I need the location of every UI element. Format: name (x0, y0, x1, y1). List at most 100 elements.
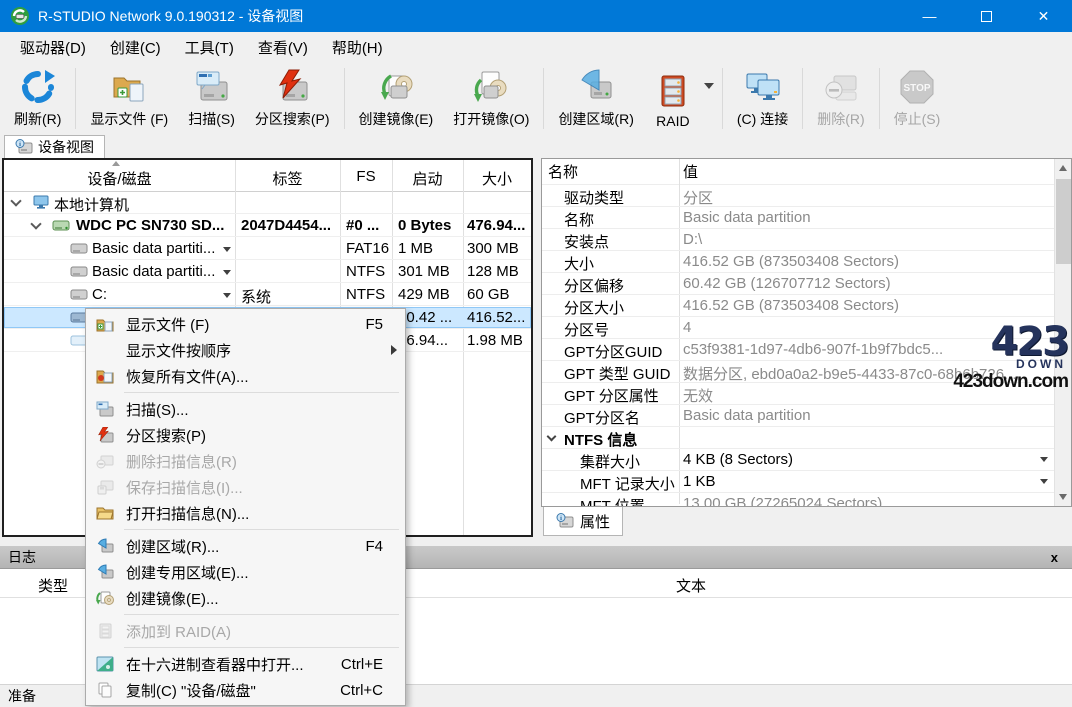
stop-label: 停止(S) (894, 109, 941, 129)
prop-row-mft-record-size[interactable]: MFT 记录大小 1 KB (542, 471, 1054, 493)
device-name: Basic data partiti... (92, 240, 215, 257)
create-image-icon (377, 68, 415, 106)
connect-button[interactable]: (C) 连接 (727, 62, 798, 135)
tab-device-view[interactable]: i 设备视图 (4, 135, 105, 158)
row-dropdown-icon[interactable] (223, 293, 231, 298)
menu-item-recover-all-files[interactable]: 恢复所有文件(A)... (86, 363, 405, 389)
col-label[interactable]: 标签 (235, 168, 340, 189)
col-device-disk[interactable]: 设备/磁盘 (4, 168, 235, 189)
menu-separator (124, 647, 399, 648)
menu-tools[interactable]: 工具(T) (173, 33, 246, 62)
col-fs[interactable]: FS (340, 168, 392, 185)
combo-dropdown-icon[interactable] (1040, 457, 1048, 462)
menu-item-label: 添加到 RAID(A) (126, 621, 405, 642)
prop-value: 无效 (683, 385, 713, 405)
menu-item-copy[interactable]: 复制(C) "设备/磁盘" Ctrl+C (86, 677, 405, 703)
menu-item-create-exclusive-region[interactable]: 创建专用区域(E)... (86, 559, 405, 585)
show-files-label: 显示文件 (F) (90, 109, 168, 129)
table-row-wdc-disk[interactable]: WDC PC SN730 SD... 2047D4454... #0 ... 0… (4, 215, 531, 237)
context-menu: 显示文件 (F) F5 显示文件按顺序 恢复所有文件(A)... 扫描(S)..… (85, 308, 406, 706)
scroll-down-icon[interactable] (1059, 494, 1067, 500)
close-button[interactable]: ✕ (1015, 0, 1072, 32)
device-name: Basic data partiti... (92, 263, 215, 280)
view-tab-bar: i 设备视图 (0, 135, 1072, 158)
device-start: 0 Bytes (398, 217, 451, 234)
menu-item-show-files[interactable]: 显示文件 (F) F5 (86, 311, 405, 337)
table-row-drive-c[interactable]: C: 系统 NTFS 429 MB 60 GB (4, 284, 531, 306)
menu-item-show-files-ordered[interactable]: 显示文件按顺序 (86, 337, 405, 363)
properties-icon: i (556, 513, 574, 529)
device-size: 128 MB (467, 263, 519, 280)
connect-icon (744, 68, 782, 106)
menu-create[interactable]: 创建(C) (98, 33, 173, 62)
menu-item-create-image[interactable]: 创建镜像(E)... (86, 585, 405, 611)
chevron-down-icon[interactable] (10, 195, 21, 206)
refresh-button[interactable]: 刷新(R) (4, 62, 71, 135)
col-value[interactable]: 值 (683, 161, 698, 182)
menu-item-open-in-hex-viewer[interactable]: 在十六进制查看器中打开... Ctrl+E (86, 651, 405, 677)
raid-button[interactable]: RAID (644, 62, 702, 135)
create-region-button[interactable]: 创建区域(R) (548, 62, 643, 135)
prop-value: 4 (683, 319, 691, 336)
log-col-type[interactable]: 类型 (38, 575, 68, 596)
menu-shortcut: Ctrl+C (340, 682, 405, 699)
prop-section-ntfs-info[interactable]: NTFS 信息 (542, 427, 1054, 449)
chevron-down-icon[interactable] (30, 218, 41, 229)
partition-search-button[interactable]: 分区搜索(P) (245, 62, 340, 135)
row-dropdown-icon[interactable] (223, 270, 231, 275)
menu-item-label: 分区搜索(P) (126, 425, 405, 446)
col-name[interactable]: 名称 (548, 161, 578, 182)
device-fs: NTFS (346, 263, 385, 280)
chevron-down-icon[interactable] (547, 432, 557, 442)
combo-dropdown-icon[interactable] (1040, 479, 1048, 484)
device-start: 1 MB (398, 240, 433, 257)
log-col-text[interactable]: 文本 (676, 575, 706, 596)
device-fs: NTFS (346, 286, 385, 303)
table-row-partition-2[interactable]: Basic data partiti... NTFS 301 MB 128 MB (4, 261, 531, 283)
prop-value: 4 KB (8 Sectors) (683, 451, 793, 468)
scroll-up-icon[interactable] (1059, 165, 1067, 171)
menu-item-create-region[interactable]: 创建区域(R)... F4 (86, 533, 405, 559)
menu-view[interactable]: 查看(V) (246, 33, 320, 62)
col-size[interactable]: 大小 (463, 168, 531, 189)
tab-properties-label: 属性 (580, 511, 610, 532)
table-row-local-computer[interactable]: 本地计算机 (4, 192, 531, 214)
menu-item-add-to-raid: 添加到 RAID(A) (86, 618, 405, 644)
table-row-partition-1[interactable]: Basic data partiti... FAT16 1 MB 300 MB (4, 238, 531, 260)
menu-help[interactable]: 帮助(H) (320, 33, 395, 62)
show-files-button[interactable]: 显示文件 (F) (80, 62, 178, 135)
menu-item-label: 扫描(S)... (126, 399, 405, 420)
add-to-raid-icon (96, 623, 114, 639)
scan-button[interactable]: 扫描(S) (178, 62, 245, 135)
raid-dropdown-icon[interactable] (704, 83, 714, 89)
open-image-button[interactable]: 打开镜像(O) (443, 62, 539, 135)
prop-row-name: 名称 Basic data partition (542, 207, 1054, 229)
tab-properties[interactable]: i 属性 (543, 507, 623, 536)
svg-text:i: i (560, 515, 562, 522)
prop-value: D:\ (683, 231, 702, 248)
device-name: 本地计算机 (54, 194, 129, 215)
minimize-button[interactable]: — (901, 0, 958, 32)
open-image-icon (472, 68, 510, 106)
menu-item-partition-search[interactable]: 分区搜索(P) (86, 422, 405, 448)
prop-row-cluster-size[interactable]: 集群大小 4 KB (8 Sectors) (542, 449, 1054, 471)
menu-item-scan[interactable]: 扫描(S)... (86, 396, 405, 422)
toolbar-separator (75, 68, 76, 129)
prop-value: Basic data partition (683, 407, 811, 424)
maximize-button[interactable] (958, 0, 1015, 32)
show-files-icon (110, 68, 148, 106)
scrollbar-thumb[interactable] (1056, 179, 1071, 264)
menu-drives[interactable]: 驱动器(D) (8, 33, 98, 62)
menu-item-label: 恢复所有文件(A)... (126, 366, 405, 387)
r-studio-window: R-STUDIO Network 9.0.190312 - 设备视图 — ✕ 驱… (0, 0, 1072, 707)
device-name: C: (92, 286, 107, 303)
computer-icon (32, 195, 50, 210)
log-close-icon[interactable]: x (1051, 550, 1064, 565)
row-dropdown-icon[interactable] (223, 247, 231, 252)
device-view-icon: i (15, 139, 33, 155)
svg-text:STOP: STOP (903, 83, 930, 94)
create-image-button[interactable]: 创建镜像(E) (349, 62, 444, 135)
submenu-arrow-icon (391, 345, 397, 355)
col-start[interactable]: 启动 (392, 168, 463, 189)
menu-item-open-scan-info[interactable]: 打开扫描信息(N)... (86, 500, 405, 526)
